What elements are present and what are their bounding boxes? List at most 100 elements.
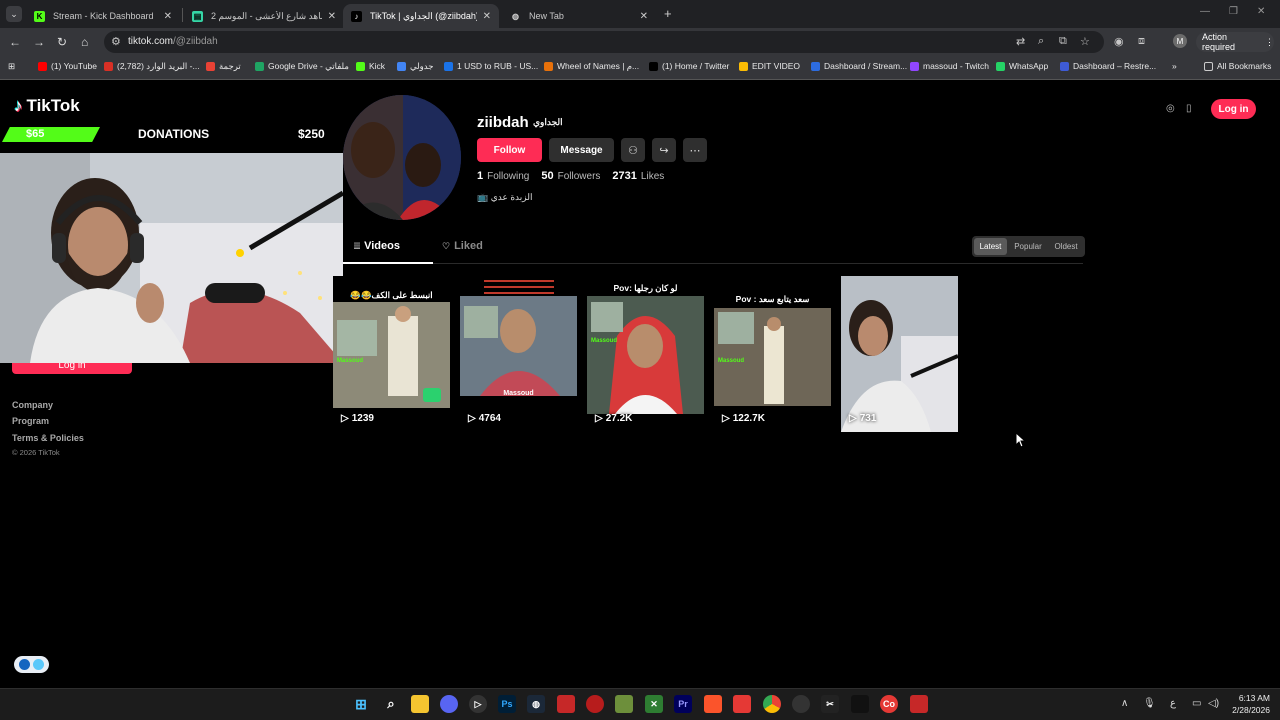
app-cc-icon[interactable]: Co: [880, 695, 898, 713]
bookmarks-overflow-icon[interactable]: »: [1172, 61, 1177, 71]
bookmark-item[interactable]: WhatsApp: [996, 61, 1048, 71]
tab-liked[interactable]: ♡ Liked: [442, 240, 483, 252]
bookmark-item[interactable]: Kick: [356, 61, 385, 71]
follow-button[interactable]: Follow: [477, 138, 542, 162]
start-windows-icon[interactable]: ⊞: [352, 695, 370, 713]
file-explorer-icon[interactable]: [411, 695, 429, 713]
app-green-icon[interactable]: [615, 695, 633, 713]
search-icon[interactable]: ⌕: [382, 695, 400, 713]
minimize-icon[interactable]: —: [1200, 6, 1210, 17]
close-icon[interactable]: ✕: [483, 11, 491, 22]
bookmark-item[interactable]: massoud - Twitch: [910, 61, 989, 71]
share-icon[interactable]: ↪: [652, 138, 676, 162]
display-icon[interactable]: ▭: [1192, 698, 1201, 709]
capcut-icon[interactable]: ✂: [821, 695, 839, 713]
profile-avatar[interactable]: M: [1173, 34, 1187, 48]
sort-latest[interactable]: Latest: [974, 238, 1007, 255]
floating-widget[interactable]: [14, 656, 49, 673]
steam-icon[interactable]: ◍: [527, 695, 545, 713]
site-info-icon[interactable]: ⚙: [111, 35, 121, 48]
extension-avatar-icon[interactable]: ◉: [1114, 35, 1124, 48]
video-watermark: Massoud: [337, 358, 364, 364]
extensions-puzzle-icon[interactable]: ⧈: [1138, 35, 1145, 48]
premiere-icon[interactable]: Pr: [674, 695, 692, 713]
taskbar-clock[interactable]: 6:13 AM 2/28/2026: [1228, 692, 1270, 716]
chrome-icon[interactable]: [763, 695, 781, 713]
excel-like-icon[interactable]: ✕: [645, 695, 663, 713]
obs-icon[interactable]: [792, 695, 810, 713]
forward-icon[interactable]: →: [33, 35, 45, 49]
more-options-icon[interactable]: ⋯: [683, 138, 707, 162]
action-required-button[interactable]: Action required ⋮: [1196, 32, 1274, 52]
app-photo-icon[interactable]: [733, 695, 751, 713]
new-tab-button[interactable]: +: [664, 6, 672, 21]
video-card[interactable]: ▷ 731: [841, 276, 958, 432]
bookmark-item[interactable]: (1) Home / Twitter: [649, 61, 729, 71]
input-language[interactable]: ع: [1170, 698, 1176, 709]
close-icon[interactable]: ✕: [640, 11, 648, 22]
tiktok-logo[interactable]: ♪ TikTok: [14, 96, 80, 116]
photoshop-icon[interactable]: Ps: [498, 695, 516, 713]
tab-new-tab[interactable]: ◍ New Tab ✕: [502, 4, 656, 28]
bookmark-item[interactable]: 1 USD to RUB - US...: [444, 61, 538, 71]
close-icon[interactable]: ✕: [328, 11, 336, 22]
video-card[interactable]: لو كان رجلها :Pov Massoud ▷ 27.2K: [587, 276, 704, 432]
likes-stat: 2731 Likes: [612, 170, 665, 182]
reload-icon[interactable]: ↻: [57, 35, 67, 49]
phone-app-icon[interactable]: ▯: [1186, 103, 1192, 114]
bookmark-item[interactable]: (2,782) البريد الوارد -...: [104, 61, 200, 72]
bookmark-item[interactable]: ترجمة: [206, 61, 241, 72]
video-card[interactable]: Massoud ▷ 4764: [460, 276, 577, 432]
tab-videos[interactable]: ⦙⦙⦙ Videos: [354, 240, 400, 252]
video-views: ▷ 731: [849, 413, 877, 424]
brave-icon[interactable]: [704, 695, 722, 713]
app-redplayer-icon[interactable]: [586, 695, 604, 713]
bookmark-item[interactable]: Wheel of Names | م...: [544, 61, 639, 72]
message-button[interactable]: Message: [549, 138, 614, 162]
tab-tiktok-profile[interactable]: ♪ TikTok | الجداوي (@ziibdah) ✕: [343, 4, 499, 28]
volume-icon[interactable]: ◁): [1208, 698, 1219, 709]
bookmark-item[interactable]: EDIT VIDEO: [739, 61, 800, 71]
compass-icon[interactable]: ◎: [1166, 103, 1175, 114]
discord-icon[interactable]: [440, 695, 458, 713]
close-icon[interactable]: ✕: [164, 11, 172, 22]
address-bar[interactable]: [104, 31, 1104, 53]
back-icon[interactable]: ←: [9, 35, 21, 49]
cast-icon[interactable]: ⧉: [1059, 35, 1067, 48]
url-text[interactable]: tiktok.com/@ziibdah: [128, 36, 218, 47]
following-stat[interactable]: 1 Following: [477, 170, 529, 182]
maximize-icon[interactable]: ❐: [1229, 6, 1238, 17]
window-close-icon[interactable]: ✕: [1257, 6, 1265, 17]
video-card[interactable]: سعد يتابع سعد : Pov Massoud ▷ 122.7K: [714, 276, 831, 432]
tab-search-button[interactable]: ⌄: [6, 6, 22, 22]
bookmark-item[interactable]: Dashboard / Stream...: [811, 61, 907, 71]
bookmark-item[interactable]: Dashboard – Restre...: [1060, 61, 1156, 71]
zoom-icon[interactable]: ⌕: [1038, 35, 1044, 48]
tray-overflow-icon[interactable]: ∧: [1121, 698, 1128, 709]
tab-streaming-show[interactable]: ▤ شاهد شارع الأعشى - الموسم 2 | ✕: [184, 4, 344, 28]
apps-grid-icon[interactable]: ⊞: [8, 61, 15, 72]
footer-link-program[interactable]: Program: [12, 416, 49, 426]
all-bookmarks[interactable]: All Bookmarks: [1204, 61, 1271, 71]
bookmark-item[interactable]: Google Drive - ملفاتي: [255, 61, 349, 72]
footer-link-terms[interactable]: Terms & Policies: [12, 433, 84, 443]
bookmark-item[interactable]: جدولي: [397, 61, 434, 72]
translate-icon[interactable]: ⇄: [1016, 35, 1025, 48]
sort-oldest[interactable]: Oldest: [1049, 238, 1083, 255]
tab-kick-dashboard[interactable]: K Stream - Kick Dashboard ✕: [26, 4, 180, 28]
bookmark-item[interactable]: (1) YouTube: [38, 61, 97, 71]
app-dark-icon[interactable]: [851, 695, 869, 713]
profile-bio: الزبدة عدي 📺: [477, 192, 533, 202]
video-card[interactable]: انبسط على الكف😂😂 Massoud ▷ 1239: [333, 276, 450, 432]
suggested-accounts-icon[interactable]: ⚇: [621, 138, 645, 162]
login-button[interactable]: Log in: [1211, 99, 1256, 119]
microphone-icon[interactable]: 🎙: [1143, 698, 1156, 709]
followers-stat[interactable]: 50 Followers: [541, 170, 600, 182]
media-player-icon[interactable]: ▷: [469, 695, 487, 713]
footer-link-company[interactable]: Company: [12, 400, 53, 410]
app-red-icon[interactable]: [557, 695, 575, 713]
bookmark-star-icon[interactable]: ☆: [1080, 35, 1090, 48]
app-eu-icon[interactable]: [910, 695, 928, 713]
sort-popular[interactable]: Popular: [1009, 238, 1047, 255]
home-icon[interactable]: ⌂: [81, 35, 88, 49]
